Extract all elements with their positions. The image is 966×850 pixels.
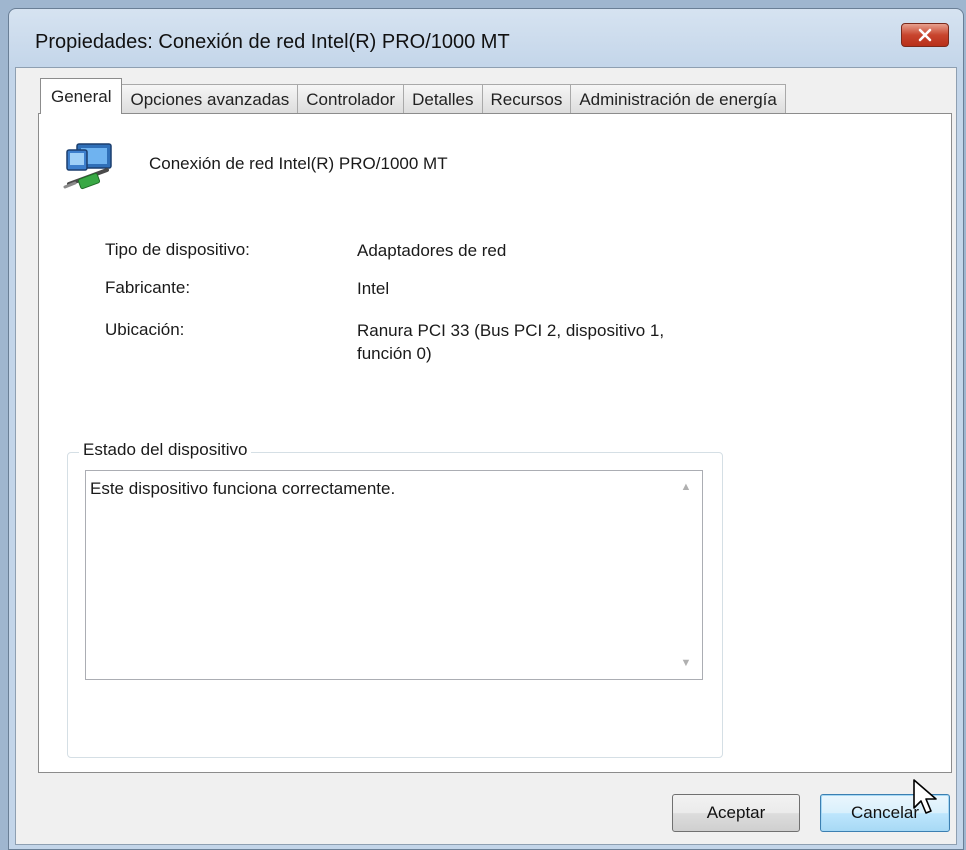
device-status-group-title: Estado del dispositivo [79, 440, 252, 460]
device-status-text: Este dispositivo funciona correctamente. [90, 479, 396, 498]
tab-strip: General Opciones avanzadas Controlador D… [40, 76, 786, 114]
tab-controlador[interactable]: Controlador [297, 84, 405, 114]
manufacturer-value: Intel [357, 279, 390, 298]
close-button[interactable] [901, 23, 949, 47]
device-type-label: Tipo de dispositivo: [105, 240, 250, 259]
network-adapter-icon [63, 143, 112, 190]
location-label: Ubicación: [105, 320, 185, 339]
tab-administracion-energia[interactable]: Administración de energía [570, 84, 786, 114]
dialog-client-area: General Opciones avanzadas Controlador D… [15, 67, 957, 845]
accept-button[interactable]: Aceptar [672, 794, 800, 832]
status-scrollbar[interactable]: ▲ ▼ [671, 472, 701, 678]
mouse-pointer-icon [913, 779, 937, 814]
scroll-down-arrow-icon[interactable]: ▼ [671, 650, 701, 676]
properties-window: Propiedades: Conexión de red Intel(R) PR… [8, 8, 964, 850]
general-tab-panel: Conexión de red Intel(R) PRO/1000 MT Tip… [38, 113, 952, 773]
location-value-line2: función 0) [357, 344, 432, 363]
location-value: Ranura PCI 33 (Bus PCI 2, dispositivo 1,… [357, 319, 664, 365]
close-icon [918, 28, 932, 42]
tab-detalles[interactable]: Detalles [403, 84, 483, 114]
tab-general[interactable]: General [40, 78, 123, 114]
location-value-line1: Ranura PCI 33 (Bus PCI 2, dispositivo 1, [357, 321, 665, 340]
device-status-textbox[interactable]: Este dispositivo funciona correctamente.… [85, 470, 703, 680]
manufacturer-label: Fabricante: [105, 278, 191, 297]
tab-recursos[interactable]: Recursos [481, 84, 572, 114]
window-title: Propiedades: Conexión de red Intel(R) PR… [35, 31, 510, 53]
scroll-up-arrow-icon[interactable]: ▲ [671, 474, 701, 500]
tab-opciones-avanzadas[interactable]: Opciones avanzadas [121, 84, 299, 114]
device-type-value: Adaptadores de red [357, 241, 507, 260]
device-name: Conexión de red Intel(R) PRO/1000 MT [149, 154, 448, 173]
